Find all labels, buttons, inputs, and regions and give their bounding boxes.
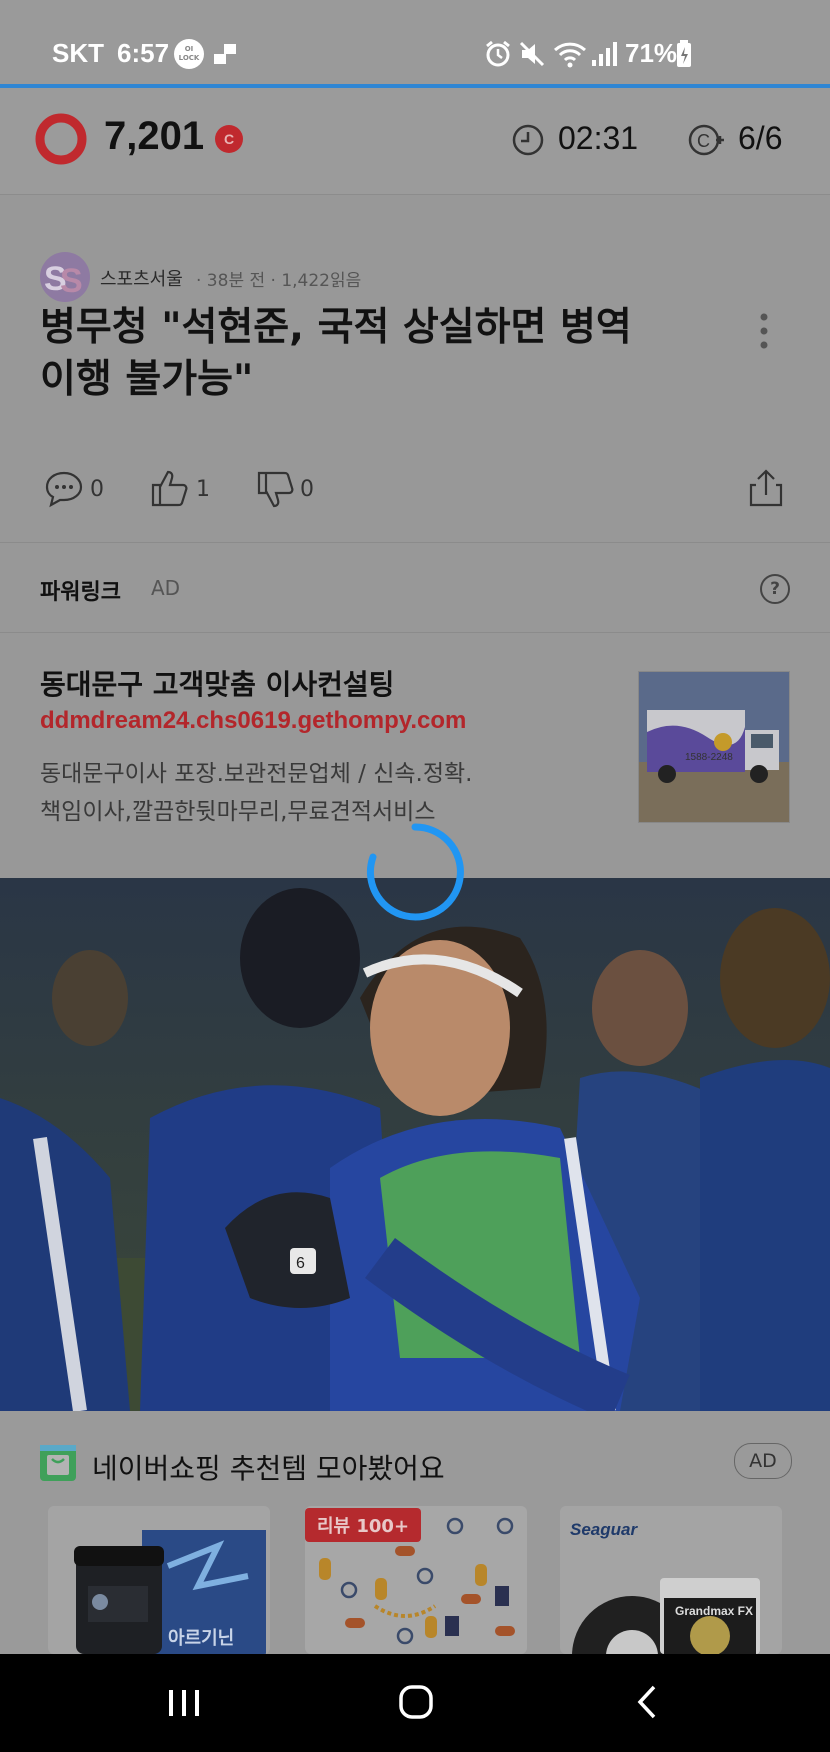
article-meta: · 38분 전 · 1,422읽음 bbox=[196, 271, 362, 291]
notification-icon bbox=[214, 44, 236, 64]
coin-badge: C bbox=[215, 125, 243, 153]
comment-icon[interactable] bbox=[44, 470, 84, 512]
ad-description: 동대문구이사 포장.보관전문업체 / 신속.정확. 책임이사,깔끔한뒷마무리,무… bbox=[40, 761, 473, 825]
svg-text:1588-2248: 1588-2248 bbox=[685, 752, 733, 763]
shopping-title: 네이버쇼핑 추천템 모아봤어요 bbox=[92, 1452, 445, 1485]
home-icon[interactable] bbox=[398, 1684, 434, 1724]
battery-percent: 71% bbox=[625, 38, 678, 68]
like-icon[interactable] bbox=[150, 468, 190, 512]
points-value: 7,201 bbox=[104, 114, 205, 158]
like-count: 1 bbox=[196, 477, 210, 502]
shopping-section: 네이버쇼핑 추천템 모아봤어요 AD 아르기닌 리뷰 100+ Seaguar bbox=[0, 1411, 830, 1654]
timer-value: 02:31 bbox=[558, 120, 639, 156]
points-ring-icon bbox=[34, 112, 88, 170]
svg-text:S: S bbox=[60, 262, 83, 300]
shopping-bag-icon bbox=[40, 1445, 76, 1481]
product-label: 아르기닌 bbox=[168, 1628, 235, 1649]
shopping-ad-tag[interactable]: AD bbox=[734, 1443, 792, 1479]
svg-text:6: 6 bbox=[296, 1255, 305, 1272]
alarm-icon bbox=[484, 40, 512, 72]
clock-icon bbox=[511, 123, 545, 161]
review-badge: 리뷰 100+ bbox=[305, 1508, 422, 1542]
share-icon[interactable] bbox=[748, 468, 784, 512]
ad-thumbnail[interactable]: 1588-2248 bbox=[638, 671, 790, 823]
help-icon[interactable]: ? bbox=[760, 574, 790, 604]
comment-count: 0 bbox=[90, 477, 104, 502]
product-card[interactable]: Seaguar Grandmax FX bbox=[560, 1506, 782, 1654]
ad-url[interactable]: ddmdream24.chs0619.gethompy.com bbox=[40, 707, 466, 735]
carrier-label: SKT bbox=[52, 38, 104, 68]
source-name[interactable]: 스포츠서울 bbox=[100, 265, 183, 291]
article-photo: 6 bbox=[0, 878, 830, 1411]
status-bar: SKT 6:57 OI LOCK 71% bbox=[0, 0, 830, 86]
ad-title[interactable]: 동대문구 고객맞춤 이사컨설팅 bbox=[40, 663, 394, 703]
source-logo[interactable]: SS bbox=[40, 252, 90, 302]
reward-header: 7,201 C 02:31 C 6/6 bbox=[0, 88, 830, 195]
signal-icon bbox=[590, 40, 618, 72]
lock-app-icon: OI LOCK bbox=[174, 39, 204, 69]
product-brand: Seaguar bbox=[570, 1520, 638, 1539]
product-card[interactable]: 리뷰 100+ bbox=[305, 1506, 527, 1654]
system-nav-bar bbox=[0, 1654, 830, 1752]
powerlink-label: 파워링크 bbox=[40, 580, 121, 605]
dislike-count: 0 bbox=[300, 477, 314, 502]
divider bbox=[0, 542, 830, 543]
mute-icon bbox=[518, 40, 546, 72]
back-icon[interactable] bbox=[636, 1684, 658, 1724]
product-card[interactable]: 아르기닌 bbox=[48, 1506, 270, 1654]
clock: 6:57 bbox=[117, 38, 170, 68]
svg-text:C: C bbox=[697, 131, 710, 151]
wifi-icon bbox=[553, 40, 587, 72]
recent-apps-icon[interactable] bbox=[167, 1688, 201, 1722]
reward-count: 6/6 bbox=[738, 120, 783, 156]
article-title: 병무청 "석현준, 국적 상실하면 병역 이행 불가능" bbox=[40, 305, 632, 402]
loading-spinner bbox=[365, 822, 465, 926]
coin-plus-icon: C bbox=[688, 123, 726, 161]
dislike-icon[interactable] bbox=[256, 470, 296, 514]
battery-icon bbox=[676, 40, 692, 72]
powerlink-ad-tag: AD bbox=[151, 576, 181, 600]
more-options-icon[interactable] bbox=[756, 312, 772, 352]
product-label: Grandmax FX bbox=[674, 1604, 754, 1618]
